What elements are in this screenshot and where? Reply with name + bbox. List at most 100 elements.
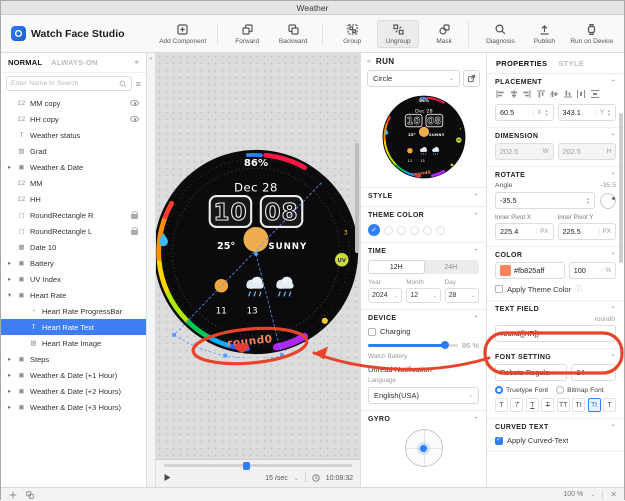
timeline-track[interactable] — [164, 461, 352, 470]
distribute-v-icon[interactable] — [590, 89, 600, 99]
layer-row[interactable]: ▸ ▣ UV Index — [1, 271, 146, 287]
collapse-chevron-icon[interactable]: ⌃ — [474, 315, 479, 322]
layer-expand-caret[interactable]: ▸ — [6, 163, 13, 171]
collapse-chevron-icon[interactable]: ⌃ — [611, 79, 616, 86]
bitmap-radio[interactable]: Bitmap Font — [556, 386, 604, 394]
color-swatch[interactable] — [500, 265, 511, 276]
lock-icon[interactable] — [131, 226, 138, 235]
layer-row[interactable]: ▸ ▣ Battery — [1, 255, 146, 271]
font-style-button[interactable]: T — [603, 398, 616, 412]
timeline-playhead[interactable] — [242, 461, 250, 470]
add-layer-icon[interactable] — [8, 490, 18, 500]
layer-row[interactable]: 12 HH copy — [1, 111, 146, 127]
open-preview-button[interactable] — [463, 70, 480, 87]
collapse-chevron-icon[interactable]: ⌃ — [474, 193, 479, 200]
layer-row[interactable]: ▾ ▣ Heart Rate — [1, 287, 146, 303]
collapse-chevron-icon[interactable]: ⌃ — [611, 252, 616, 259]
distribute-h-icon[interactable] — [576, 89, 586, 99]
publish-button[interactable]: Publish — [523, 21, 565, 47]
collapse-chevron-icon[interactable]: ⌃ — [474, 212, 479, 219]
angle-dial[interactable] — [600, 192, 616, 209]
theme-swatch[interactable] — [384, 225, 393, 235]
font-style-button[interactable]: T — [525, 398, 539, 412]
layer-row[interactable]: ▨ Grad — [1, 143, 146, 159]
run-on-device-button[interactable]: Run on Device — [567, 21, 616, 47]
shape-select[interactable]: Circle ⌄ — [367, 70, 460, 87]
gyro-pad[interactable] — [404, 429, 443, 467]
layer-row[interactable]: ▢ RoundRectangle L — [1, 223, 146, 239]
font-style-button[interactable]: T — [495, 398, 508, 412]
font-size-select[interactable]: 24 ⌄ — [571, 364, 616, 381]
panel-splitter[interactable]: « — [147, 53, 156, 487]
layer-row[interactable]: T Weather status — [1, 127, 146, 143]
font-style-button[interactable]: Tt — [572, 398, 586, 412]
theme-swatch[interactable] — [410, 225, 419, 235]
collapse-chevron-icon[interactable]: ⌃ — [474, 416, 479, 423]
collapse-chevron-icon[interactable]: ⌃ — [611, 424, 616, 431]
close-zoom-icon[interactable]: ✕ — [610, 490, 617, 499]
scrollbar-thumb[interactable] — [619, 113, 623, 263]
play-icon[interactable] — [163, 473, 172, 482]
layer-expand-caret[interactable]: ▸ — [6, 275, 13, 283]
apply-curved-checkbox[interactable]: ✓ — [495, 436, 503, 445]
mask-button[interactable]: Mask — [423, 21, 465, 47]
theme-swatch[interactable] — [423, 225, 432, 235]
layer-expand-caret[interactable]: ▸ — [6, 259, 13, 267]
layer-row[interactable]: 12 MM copy — [1, 95, 146, 111]
layer-row[interactable]: ◔ Heart Rate ProgressBar — [1, 303, 146, 319]
canvas-vertical-scrollbar[interactable] — [355, 83, 359, 413]
layer-row[interactable]: ▨ Heart Rate Image — [1, 335, 146, 351]
battery-slider[interactable] — [368, 341, 458, 350]
tab-style[interactable]: STYLE — [558, 59, 584, 68]
font-style-button[interactable]: Tt — [587, 398, 601, 412]
align-left-icon[interactable] — [495, 89, 505, 99]
font-style-button[interactable]: T — [510, 398, 524, 412]
pivot-y-input[interactable]: 225.5 PX — [557, 223, 616, 240]
tab-normal[interactable]: NORMAL — [8, 58, 42, 67]
lock-icon[interactable] — [131, 210, 138, 219]
zoom-caret-icon[interactable]: ⌄ — [590, 491, 595, 498]
align-center-h-icon[interactable] — [509, 89, 519, 99]
tab-always-on[interactable]: ALWAYS-ON — [51, 58, 98, 67]
search-input[interactable] — [11, 80, 116, 87]
visibility-eye-icon[interactable] — [130, 116, 139, 122]
font-style-button[interactable]: T — [541, 398, 555, 412]
align-bottom-icon[interactable] — [563, 89, 573, 99]
panel-collapse-icon[interactable]: « — [135, 59, 139, 66]
group-button[interactable]: Group — [331, 21, 373, 47]
layer-filter-icon[interactable]: ≡ — [136, 79, 141, 89]
layer-row[interactable]: ▸ ▣ Weather & Date (+2 Hours) — [1, 383, 146, 399]
add-group-icon[interactable] — [25, 490, 35, 500]
layer-row[interactable]: 12 HH — [1, 191, 146, 207]
collapse-chevron-icon[interactable]: ⌃ — [611, 172, 616, 179]
collapse-chevron-icon[interactable]: « — [149, 56, 152, 62]
scrollbar-thumb[interactable] — [355, 143, 359, 253]
y-position-input[interactable]: 343.1 Y ▲ ▼ — [557, 104, 616, 121]
layer-expand-caret[interactable]: ▸ — [6, 387, 13, 395]
battery-slider-thumb[interactable] — [441, 341, 450, 350]
layer-expand-caret[interactable]: ▸ — [6, 371, 13, 379]
align-top-icon[interactable] — [536, 89, 546, 99]
run-collapse-icon[interactable]: « — [367, 58, 371, 65]
month-select[interactable]: 12 ⌄ — [406, 288, 441, 303]
properties-scrollbar[interactable] — [619, 113, 623, 263]
align-middle-v-icon[interactable] — [549, 89, 559, 99]
add-component-button[interactable]: Add Component — [156, 21, 209, 47]
x-position-input[interactable]: 60.5 X ▲ ▼ — [495, 104, 554, 121]
layer-expand-caret[interactable]: ▸ — [6, 403, 13, 411]
watch-face-preview[interactable] — [156, 146, 360, 358]
pivot-x-input[interactable]: 225.4 PX — [495, 223, 554, 240]
align-right-icon[interactable] — [522, 89, 532, 99]
font-style-button[interactable]: TT — [556, 398, 570, 412]
diagnosis-button[interactable]: Diagnosis — [479, 21, 521, 47]
collapse-chevron-icon[interactable]: ⌃ — [611, 306, 616, 313]
layer-row[interactable]: ▸ ▣ Steps — [1, 351, 146, 367]
24h-option[interactable]: 24H — [424, 261, 479, 273]
zoom-value[interactable]: 100 % — [563, 491, 583, 498]
layer-row[interactable]: ▸ ▣ Weather & Date — [1, 159, 146, 175]
hex-color-input[interactable]: #fb825aff — [495, 262, 565, 279]
collapse-chevron-icon[interactable]: ⌃ — [474, 248, 479, 255]
visibility-eye-icon[interactable] — [130, 100, 139, 106]
theme-swatch[interactable] — [436, 225, 445, 235]
theme-swatch-selected[interactable]: ✓ — [368, 224, 380, 236]
